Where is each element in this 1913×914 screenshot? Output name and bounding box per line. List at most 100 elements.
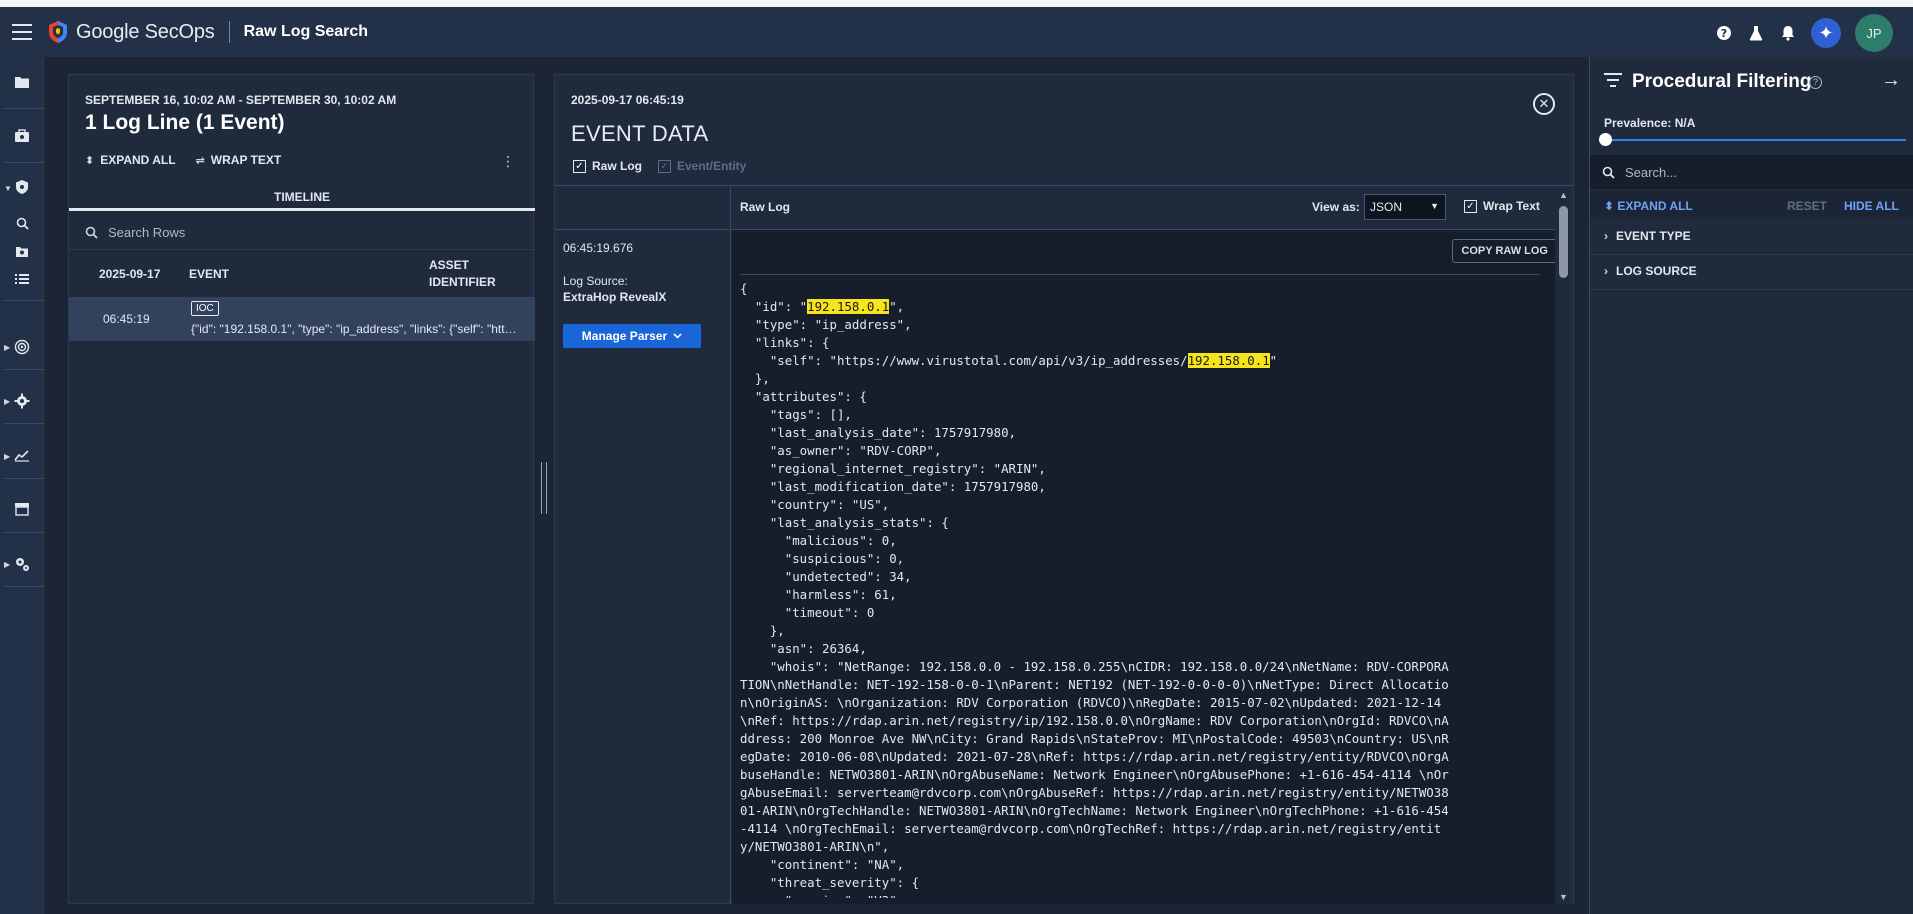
admin-gears-icon[interactable] bbox=[0, 556, 44, 572]
svg-text:?: ? bbox=[1721, 27, 1727, 40]
tab-timeline[interactable]: TIMELINE bbox=[69, 185, 535, 211]
code-line: "id": "192.158.0.1", bbox=[740, 299, 905, 314]
cases-briefcase-icon[interactable] bbox=[0, 129, 44, 143]
main-menu-icon[interactable] bbox=[12, 24, 32, 40]
section-log-source[interactable]: › LOG SOURCE bbox=[1604, 264, 1697, 278]
search-rows-placeholder: Search Rows bbox=[108, 225, 186, 240]
section-event-type[interactable]: › EVENT TYPE bbox=[1604, 229, 1691, 243]
code-line: "last_analysis_date": 1757917980, bbox=[740, 425, 1017, 440]
wrap-text-icon: ⇌ bbox=[195, 155, 205, 167]
section-divider bbox=[1590, 289, 1913, 290]
table-row[interactable]: 06:45:19 IOC {"id": "192.158.0.1", "type… bbox=[69, 297, 535, 341]
list-icon[interactable] bbox=[0, 273, 44, 285]
code-line: "malicious": 0, bbox=[740, 533, 897, 548]
raw-log-checkbox[interactable]: ✓ Raw Log bbox=[573, 159, 642, 173]
scroll-up-arrow-icon[interactable]: ▲ bbox=[1559, 190, 1568, 200]
gemini-sparkle-icon[interactable]: ✦ bbox=[1811, 18, 1841, 48]
code-line: "country": "US", bbox=[740, 497, 890, 512]
manage-parser-button[interactable]: Manage Parser bbox=[563, 324, 701, 348]
filter-search-placeholder: Search... bbox=[1625, 164, 1678, 180]
saved-search-folder-icon[interactable] bbox=[0, 246, 44, 258]
scroll-down-arrow-icon[interactable]: ▼ bbox=[1559, 892, 1568, 902]
browser-top-strip bbox=[0, 0, 1913, 7]
wrap-text-button[interactable]: ⇌ WRAP TEXT bbox=[196, 153, 282, 167]
nav-divider bbox=[4, 423, 44, 424]
prevalence-slider-handle[interactable] bbox=[1599, 133, 1612, 146]
view-as-select[interactable]: JSON ▼ bbox=[1364, 194, 1446, 220]
nav-divider bbox=[4, 586, 44, 587]
security-shield-icon[interactable] bbox=[0, 179, 44, 195]
row-event-snippet: {"id": "192.158.0.1", "type": "ip_addres… bbox=[191, 322, 521, 336]
settings-gear-icon[interactable] bbox=[0, 393, 44, 409]
nav-divider bbox=[4, 300, 44, 301]
code-line: "last_modification_date": 1757917980, bbox=[740, 479, 1046, 494]
column-event[interactable]: EVENT bbox=[189, 267, 229, 281]
search-icon bbox=[85, 226, 98, 239]
panel-resize-handle[interactable] bbox=[541, 462, 547, 514]
detection-radar-icon[interactable] bbox=[0, 339, 44, 355]
analytics-chart-icon[interactable] bbox=[0, 448, 44, 462]
log-source-value: ExtraHop RevealX bbox=[563, 290, 667, 304]
code-line: "last_analysis_stats": { bbox=[740, 515, 949, 530]
labs-flask-icon[interactable] bbox=[1747, 24, 1765, 42]
raw-log-scrollbar[interactable]: ▲ ▼ bbox=[1555, 186, 1573, 904]
more-options-icon[interactable]: ⋮ bbox=[501, 153, 515, 170]
expand-arrows-icon: ⬍ bbox=[85, 155, 95, 167]
view-mode-checkboxes: ✓ Raw Log ✓ Event/Entity bbox=[573, 159, 746, 173]
marketplace-store-icon[interactable] bbox=[0, 502, 44, 516]
code-line: "threat_severity": { bbox=[740, 875, 920, 890]
left-navigation-rail: ▼ ▶ ▶ ▶ ▶ bbox=[0, 57, 44, 914]
prevalence-label: Prevalence: N/A bbox=[1604, 116, 1696, 130]
event-body: 06:45:19.676 Log Source: ExtraHop Reveal… bbox=[555, 185, 1573, 904]
search-highlight: 192.158.0.1 bbox=[1187, 353, 1270, 368]
copy-raw-log-button[interactable]: COPY RAW LOG bbox=[1452, 239, 1557, 263]
chevron-down-icon bbox=[673, 333, 682, 339]
chevron-right-icon: › bbox=[1604, 264, 1608, 278]
view-as-value: JSON bbox=[1370, 200, 1403, 214]
code-line: }, bbox=[740, 371, 770, 386]
section-divider bbox=[1590, 254, 1913, 255]
view-as-label: View as: bbox=[1312, 200, 1360, 214]
brand-name[interactable]: Google SecOps bbox=[76, 21, 215, 44]
filter-search-field[interactable]: Search... bbox=[1590, 155, 1913, 189]
close-icon[interactable]: ✕ bbox=[1533, 93, 1555, 115]
event-entity-checkbox: ✓ Event/Entity bbox=[658, 159, 746, 173]
expand-all-button[interactable]: ⬍ EXPAND ALL bbox=[85, 153, 176, 167]
prevalence-slider-track[interactable] bbox=[1604, 139, 1906, 141]
section-log-source-label: LOG SOURCE bbox=[1616, 264, 1697, 278]
code-line: n\nOriginAS: \nOrganization: RDV Corpora… bbox=[740, 695, 1442, 710]
folder-icon[interactable] bbox=[0, 75, 44, 89]
code-line: egDate: 2010-06-08\nUpdated: 2021-07-28\… bbox=[740, 749, 1449, 764]
code-line: { bbox=[740, 281, 748, 296]
code-line: "suspicious": 0, bbox=[740, 551, 905, 566]
nav-divider bbox=[4, 478, 44, 479]
expand-all-label: EXPAND ALL bbox=[100, 153, 176, 167]
wrap-text-checkbox[interactable]: ✓ Wrap Text bbox=[1464, 199, 1540, 213]
code-line: -4114 \nOrgTechEmail: serverteam@rdvcorp… bbox=[740, 821, 1442, 836]
column-date[interactable]: 2025-09-17 bbox=[99, 267, 160, 281]
user-avatar[interactable]: JP bbox=[1855, 14, 1893, 52]
nav-divider bbox=[4, 108, 44, 109]
checkbox-checked-icon: ✓ bbox=[573, 159, 586, 173]
column-asset-identifier[interactable]: ASSET IDENTIFIER bbox=[429, 257, 519, 291]
nav-divider bbox=[4, 369, 44, 370]
help-circle-icon[interactable]: ? bbox=[1809, 76, 1822, 89]
search-rows-field[interactable]: Search Rows bbox=[69, 216, 535, 250]
notifications-bell-icon[interactable] bbox=[1779, 24, 1797, 42]
code-line: "undetected": 34, bbox=[740, 569, 912, 584]
timeline-toolbar: ⬍ EXPAND ALL ⇌ WRAP TEXT bbox=[85, 153, 281, 167]
code-line: "links": { bbox=[740, 335, 830, 350]
wrap-text-label: WRAP TEXT bbox=[210, 153, 282, 167]
raw-log-json[interactable]: { "id": "192.158.0.1", "type": "ip_addre… bbox=[740, 280, 1542, 898]
manage-parser-label: Manage Parser bbox=[581, 329, 668, 343]
code-line: "as_owner": "RDV-CORP", bbox=[740, 443, 942, 458]
raw-log-checkbox-label: Raw Log bbox=[592, 159, 642, 173]
search-icon[interactable] bbox=[0, 217, 44, 230]
code-line: TION\nNetHandle: NET-192-158-0-0-1\nPare… bbox=[740, 677, 1449, 692]
collapse-panel-arrow-icon[interactable]: → bbox=[1881, 69, 1901, 92]
expand-all-filters-button[interactable]: ⬍ EXPAND ALL bbox=[1604, 199, 1693, 213]
code-line: "harmless": 61, bbox=[740, 587, 897, 602]
scrollbar-thumb[interactable] bbox=[1559, 206, 1568, 278]
help-icon[interactable]: ? bbox=[1715, 24, 1733, 42]
hide-all-button[interactable]: HIDE ALL bbox=[1844, 199, 1899, 213]
